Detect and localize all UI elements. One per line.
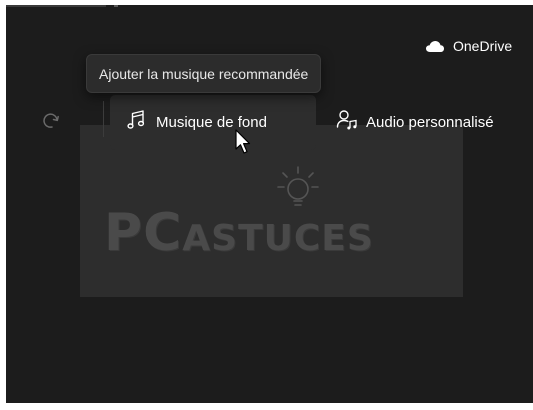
tooltip: Ajouter la musique recommandée	[86, 54, 322, 93]
screenshot-frame: OneDrive Musique de fond Audio personnal…	[0, 0, 533, 410]
background-music-button[interactable]: Musique de fond	[110, 95, 316, 150]
app-window: OneDrive Musique de fond Audio personnal…	[6, 5, 533, 403]
tooltip-text: Ajouter la musique recommandée	[99, 65, 309, 82]
redo-button[interactable]	[39, 110, 65, 136]
custom-audio-button[interactable]: Audio personnalisé	[336, 109, 494, 136]
mouse-pointer-icon	[235, 129, 253, 160]
toolbar-divider	[103, 101, 104, 137]
custom-audio-label: Audio personnalisé	[366, 114, 494, 131]
redo-icon	[41, 110, 63, 137]
music-note-icon	[126, 109, 146, 136]
custom-audio-icon	[336, 109, 358, 136]
